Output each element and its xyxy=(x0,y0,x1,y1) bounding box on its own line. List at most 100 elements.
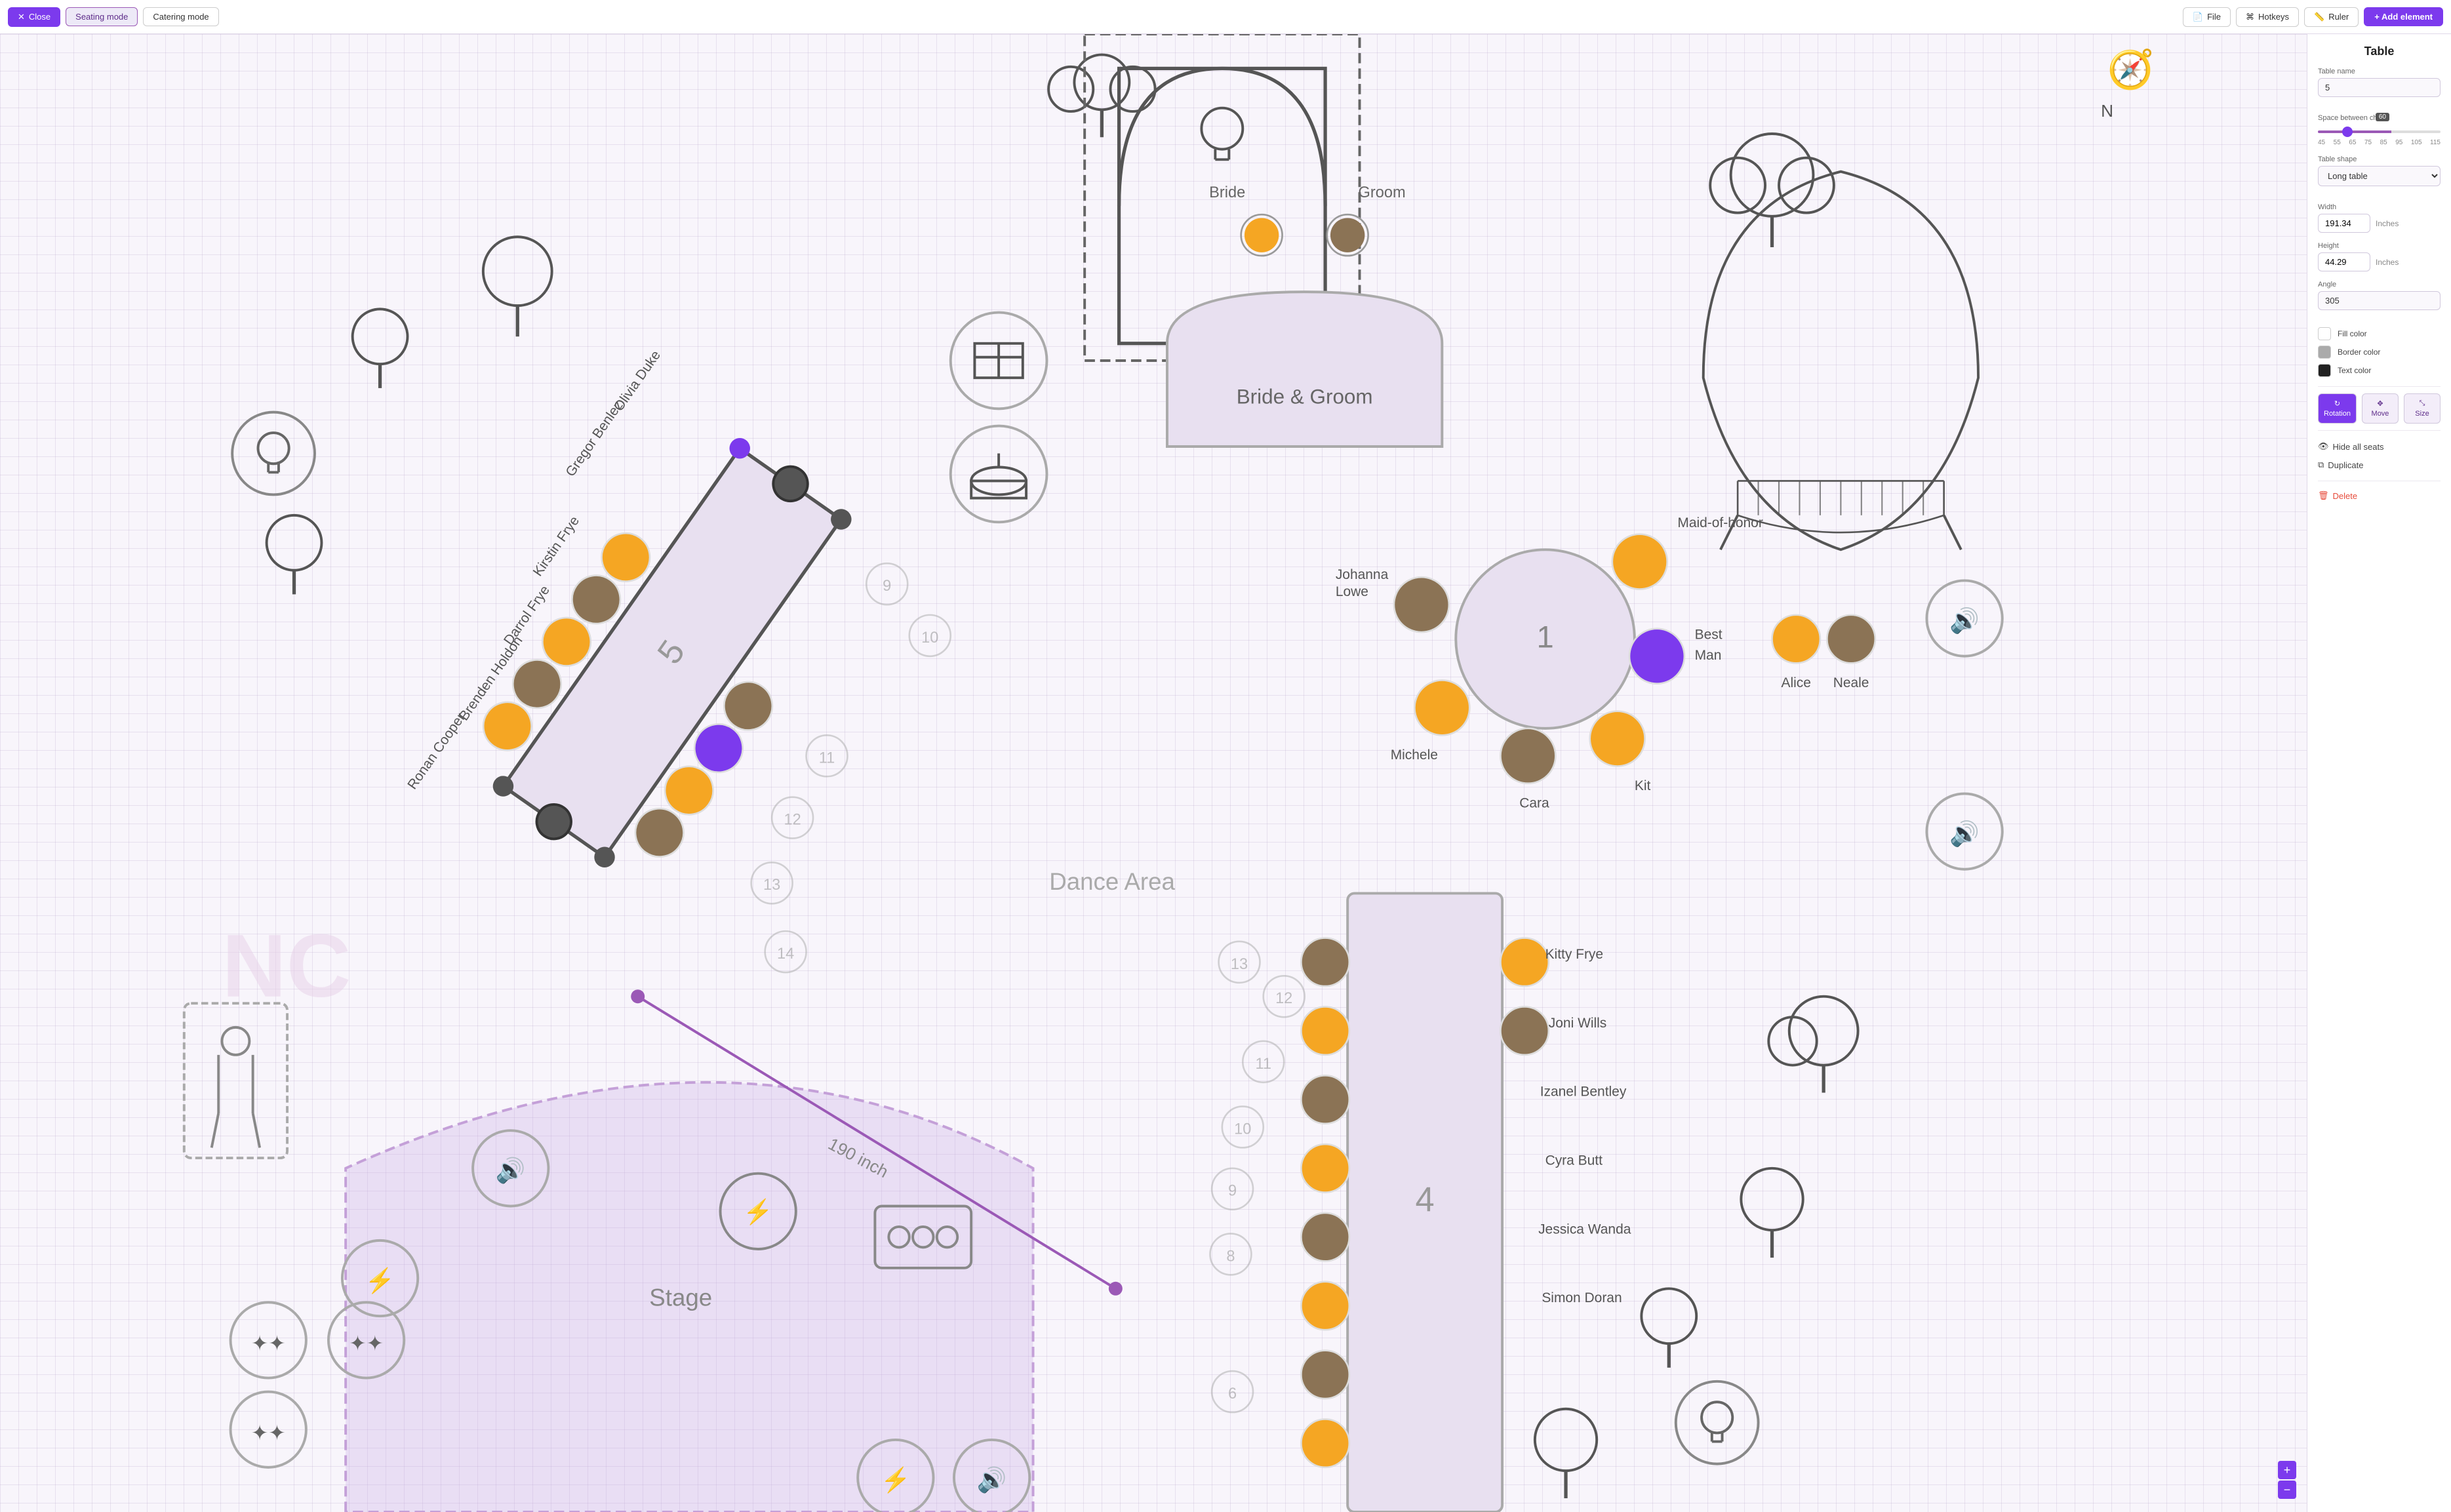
close-label: Close xyxy=(29,12,50,22)
height-section: Height Inches xyxy=(2318,242,2441,271)
seating-mode-button[interactable]: Seating mode xyxy=(66,7,138,26)
svg-text:Cyra Butt: Cyra Butt xyxy=(1545,1153,1603,1168)
width-label: Width xyxy=(2318,203,2441,211)
hotkeys-icon: ⌘ xyxy=(2246,12,2254,22)
table-1[interactable]: 1 Maid-of-honor Best Man xyxy=(1336,515,1763,810)
space-slider[interactable] xyxy=(2318,130,2441,133)
tree-right-mid xyxy=(1768,997,1858,1093)
close-button[interactable]: ✕ Close xyxy=(8,7,60,27)
svg-text:Kit: Kit xyxy=(1635,778,1651,793)
move-icon: ✥ xyxy=(2377,399,2383,408)
tree-top-left2 xyxy=(353,309,408,388)
cake-icon xyxy=(951,426,1047,523)
fill-color-swatch[interactable] xyxy=(2318,327,2331,340)
compass: 🧭 N xyxy=(2101,47,2154,120)
table-name-input[interactable] xyxy=(2318,78,2441,97)
height-label: Height xyxy=(2318,242,2441,250)
svg-text:🔊: 🔊 xyxy=(1949,819,1980,848)
height-unit: Inches xyxy=(2376,258,2399,267)
svg-text:🔊: 🔊 xyxy=(496,1156,526,1185)
hide-seats-row[interactable]: 👁 Hide all seats xyxy=(2318,437,2441,456)
svg-text:Man: Man xyxy=(1695,648,1722,663)
angle-input[interactable] xyxy=(2318,291,2441,310)
toolbar: ✕ Close Seating mode Catering mode 📄 Fil… xyxy=(0,0,2451,34)
table-name-label: Table name xyxy=(2318,68,2441,75)
catering-mode-button[interactable]: Catering mode xyxy=(143,7,218,26)
ruler-button[interactable]: 📏 Ruler xyxy=(2304,7,2359,27)
duplicate-row[interactable]: ⧉ Duplicate xyxy=(2318,456,2441,474)
ruler-label: Ruler xyxy=(2328,12,2349,22)
height-input[interactable] xyxy=(2318,252,2370,271)
trash-icon: 🗑 xyxy=(2318,490,2329,501)
table-shape-section: Table shape Long table Round table Squar… xyxy=(2318,155,2441,194)
svg-text:9: 9 xyxy=(883,577,891,594)
zoom-controls: + − xyxy=(2278,1461,2296,1499)
svg-text:Joni Wills: Joni Wills xyxy=(1549,1016,1606,1031)
width-input[interactable] xyxy=(2318,214,2370,233)
border-color-swatch[interactable] xyxy=(2318,346,2331,359)
zoom-in-button[interactable]: + xyxy=(2278,1461,2296,1479)
table-4[interactable]: 4 xyxy=(1301,893,1548,1512)
svg-text:11: 11 xyxy=(1255,1055,1271,1072)
icon-stars3: ✦✦ xyxy=(231,1392,306,1467)
slider-current-value: 60 xyxy=(2376,113,2389,121)
space-slider-container: 60 xyxy=(2318,125,2441,136)
gift-icon xyxy=(951,313,1047,409)
person-silhouette xyxy=(184,1003,287,1158)
svg-text:Groom: Groom xyxy=(1359,184,1406,201)
zoom-out-button[interactable]: − xyxy=(2278,1481,2296,1499)
canvas-area[interactable]: NC xyxy=(0,34,2307,1512)
border-color-row: Border color xyxy=(2318,346,2441,359)
icon-sound-right1: 🔊 xyxy=(1926,580,2002,656)
divider-2 xyxy=(2318,430,2441,431)
svg-text:4: 4 xyxy=(1416,1181,1435,1219)
ruler-icon: 📏 xyxy=(2314,12,2324,22)
svg-text:10: 10 xyxy=(921,629,938,646)
move-label: Move xyxy=(2372,410,2389,418)
svg-text:Cara: Cara xyxy=(1519,795,1549,810)
add-element-button[interactable]: + Add element xyxy=(2364,7,2443,26)
svg-text:Best: Best xyxy=(1695,627,1723,643)
file-icon: 📄 xyxy=(2193,12,2203,22)
svg-text:Jessica Wanda: Jessica Wanda xyxy=(1538,1222,1631,1237)
rotation-button[interactable]: ↻ Rotation xyxy=(2318,393,2357,424)
border-color-label: Border color xyxy=(2338,348,2380,357)
close-icon: ✕ xyxy=(18,12,25,22)
tree-top-left xyxy=(483,237,552,336)
catering-mode-label: Catering mode xyxy=(153,12,209,22)
svg-text:8: 8 xyxy=(1226,1247,1235,1264)
space-chairs-section: Space between chairs 60 45 55 65 75 85 9… xyxy=(2318,114,2441,146)
slider-labels: 45 55 65 75 85 95 105 115 xyxy=(2318,139,2441,146)
delete-button[interactable]: 🗑 Delete xyxy=(2318,488,2441,504)
move-button[interactable]: ✥ Move xyxy=(2362,393,2399,424)
toolbar-right: 📄 File ⌘ Hotkeys 📏 Ruler + Add element xyxy=(2183,7,2443,27)
width-row: Inches xyxy=(2318,214,2441,233)
svg-text:Bride: Bride xyxy=(1209,184,1245,201)
svg-text:✦✦: ✦✦ xyxy=(349,1332,384,1355)
file-button[interactable]: 📄 File xyxy=(2183,7,2231,27)
svg-text:Lowe: Lowe xyxy=(1336,584,1368,599)
colors-section: Fill color Border color Text color xyxy=(2318,327,2441,377)
fill-color-label: Fill color xyxy=(2338,329,2367,338)
tree-right-bottom2 xyxy=(1641,1288,1696,1368)
svg-text:14: 14 xyxy=(777,945,794,962)
svg-text:12: 12 xyxy=(1275,989,1292,1006)
tree-bottom-center xyxy=(1535,1409,1597,1498)
icon-sound-right2: 🔊 xyxy=(1926,793,2002,869)
rotation-label: Rotation xyxy=(2324,410,2351,418)
svg-text:Kirstin Frye: Kirstin Frye xyxy=(530,513,583,579)
hotkeys-button[interactable]: ⌘ Hotkeys xyxy=(2236,7,2299,27)
svg-text:✦✦: ✦✦ xyxy=(251,1422,286,1444)
tree-right-bottom xyxy=(1741,1168,1803,1258)
svg-text:✦✦: ✦✦ xyxy=(251,1332,286,1355)
table-shape-select[interactable]: Long table Round table Square table xyxy=(2318,166,2441,186)
size-label: Size xyxy=(2415,410,2429,418)
svg-text:11: 11 xyxy=(819,749,835,766)
svg-text:⚡: ⚡ xyxy=(881,1465,911,1494)
svg-text:12: 12 xyxy=(784,811,801,828)
hide-seats-label: 👁 Hide all seats xyxy=(2318,441,2384,452)
size-button[interactable]: ⤡ Size xyxy=(2404,393,2441,424)
duplicate-icon: ⧉ xyxy=(2318,460,2324,470)
svg-text:Ronan Cooper: Ronan Cooper xyxy=(405,710,468,792)
text-color-swatch[interactable] xyxy=(2318,364,2331,377)
